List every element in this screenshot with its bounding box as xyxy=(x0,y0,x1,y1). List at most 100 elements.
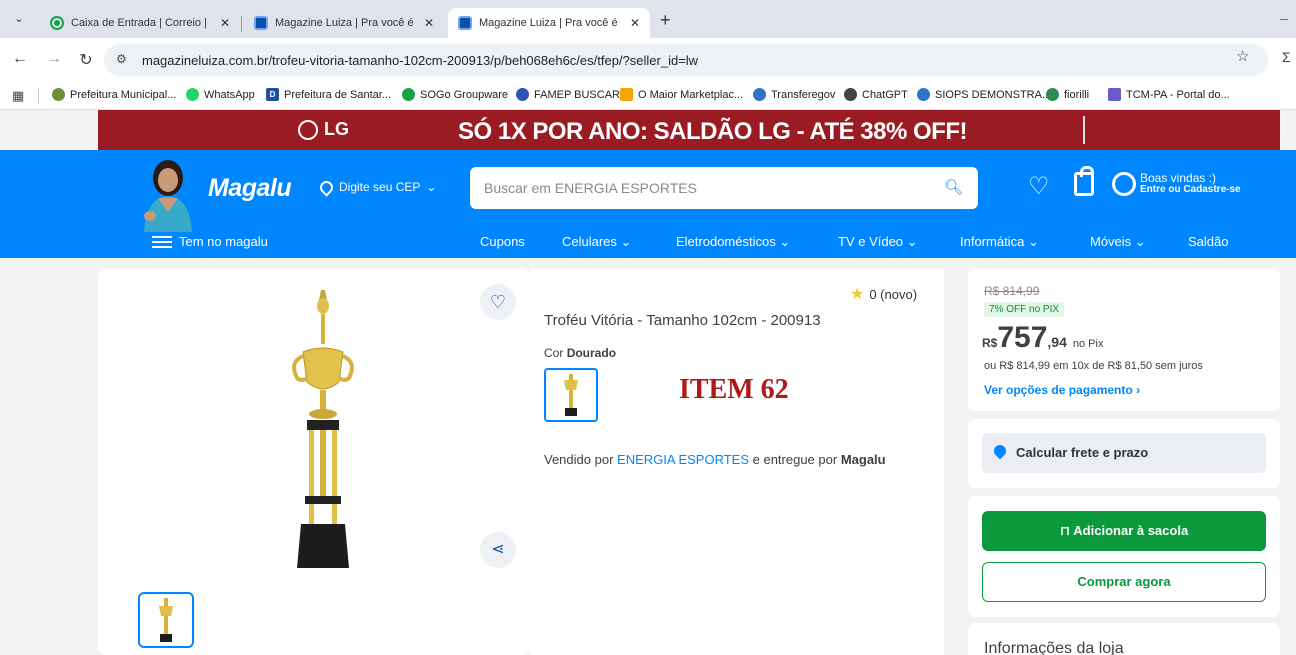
bookmark-item[interactable]: D Prefeitura de Santar... xyxy=(266,88,391,101)
welcome-text: Boas vindas :) xyxy=(1140,171,1217,185)
reload-icon[interactable]: ↻ xyxy=(76,50,96,70)
menu-cupons[interactable]: Cupons xyxy=(480,234,525,249)
magalu-logo[interactable]: Magalu xyxy=(208,174,292,203)
close-icon[interactable]: ✕ xyxy=(220,16,230,30)
product-info: ★ 0 (novo) Troféu Vitória - Tamanho 102c… xyxy=(530,268,944,655)
tab-magalu-1[interactable]: Magazine Luiza | Pra você é Magalu ✕ xyxy=(244,8,444,38)
chevron-right-icon: › xyxy=(1136,383,1141,397)
menu-saldao[interactable]: Saldão xyxy=(1188,234,1228,249)
tab-title: Magazine Luiza | Pra você é Magalu xyxy=(275,17,413,29)
bookmark-item[interactable]: O Maior Marketplac... xyxy=(620,88,743,101)
trophy-swatch-image xyxy=(564,374,578,416)
menu-moveis[interactable]: Móveis ⌄ xyxy=(1090,234,1146,250)
close-icon[interactable]: ✕ xyxy=(630,16,640,30)
famep-icon xyxy=(516,88,529,101)
magalu-icon xyxy=(254,16,268,30)
bookmark-item[interactable]: Transferegov xyxy=(753,88,835,101)
old-price: R$ 814,99 xyxy=(984,284,1040,298)
ad-text: SÓ 1X POR ANO: SALDÃO LG - ATÉ 38% OFF! xyxy=(458,118,967,145)
search-input[interactable]: Buscar em ENERGIA ESPORTES 🔍︎ xyxy=(470,167,978,209)
pix-price: R$757,94 no Pix xyxy=(982,321,1104,354)
cep-selector[interactable]: Digite seu CEP ⌄ xyxy=(317,177,436,197)
color-label: Cor Dourado xyxy=(544,346,617,360)
user-icon[interactable] xyxy=(1112,172,1136,196)
heart-icon[interactable]: ♡ xyxy=(1028,172,1050,201)
site-header: Magalu Digite seu CEP ⌄ Buscar em ENERGI… xyxy=(0,150,1296,258)
extensions-icon[interactable]: Σ xyxy=(1282,49,1291,65)
menu-tem-no-magalu[interactable]: Tem no magalu xyxy=(179,234,268,249)
site-settings-icon[interactable]: ⚙ xyxy=(116,52,127,66)
gallery-thumbnail[interactable] xyxy=(138,592,194,648)
chevron-down-icon: ⌄ xyxy=(779,234,791,249)
transferegov-icon xyxy=(753,88,766,101)
bookmark-divider xyxy=(38,88,39,104)
bookmark-item[interactable]: TCM-PA - Portal do... xyxy=(1108,88,1230,101)
seller-link[interactable]: ENERGIA ESPORTES xyxy=(617,452,749,467)
bookmark-star-icon[interactable]: ☆ xyxy=(1236,47,1249,65)
prefeitura-d-icon: D xyxy=(266,88,279,101)
forward-arrow-icon[interactable]: → xyxy=(44,50,64,68)
trophy-image[interactable] xyxy=(283,286,363,572)
close-icon[interactable]: ✕ xyxy=(424,16,434,30)
menu-celulares[interactable]: Celulares ⌄ xyxy=(562,234,631,250)
product-gallery: ♡ ⋖ xyxy=(98,268,530,655)
chevron-down-icon: ⌄ xyxy=(1134,234,1146,249)
minimize-icon[interactable]: – xyxy=(1280,10,1288,26)
address-bar[interactable]: ⚙ magazineluiza.com.br/trofeu-vitoria-ta… xyxy=(104,44,1268,76)
store-info-title: Informações da loja xyxy=(984,640,1124,655)
menu-informatica[interactable]: Informática ⌄ xyxy=(960,234,1039,250)
hamburger-icon[interactable] xyxy=(152,236,172,248)
menu-tv-video[interactable]: TV e Vídeo ⌄ xyxy=(838,234,918,250)
discount-badge: 7% OFF no PIX xyxy=(984,302,1065,317)
tab-search-icon[interactable]: ⌄ xyxy=(8,9,30,29)
add-to-bag-button[interactable]: ⊓ Adicionar à sacola xyxy=(982,511,1266,551)
payment-options-link[interactable]: Ver opções de pagamento › xyxy=(984,383,1140,397)
buy-now-button[interactable]: Comprar agora xyxy=(982,562,1266,602)
search-icon[interactable]: 🔍︎ xyxy=(944,178,963,196)
browser-toolbar: ← → ↻ ⚙ magazineluiza.com.br/trofeu-vito… xyxy=(0,38,1296,82)
item-annotation: ITEM 62 xyxy=(679,374,789,405)
bookmark-item[interactable]: ChatGPT xyxy=(844,88,908,101)
login-link[interactable]: Boas vindas :) Entre ou Cadastre-se xyxy=(1140,172,1241,196)
bookmark-item[interactable]: fiorilli xyxy=(1046,88,1089,101)
back-arrow-icon[interactable]: ← xyxy=(10,50,30,68)
rating[interactable]: ★ 0 (novo) xyxy=(850,284,917,304)
chatgpt-icon xyxy=(844,88,857,101)
bag-icon[interactable] xyxy=(1074,166,1094,196)
price-card: R$ 814,99 7% OFF no PIX R$757,94 no Pix o… xyxy=(968,268,1280,411)
apps-grid-icon[interactable]: ▦ xyxy=(12,88,24,104)
bookmark-item[interactable]: SIOPS DEMONSTRA... xyxy=(917,88,1051,101)
tab-divider xyxy=(241,16,242,32)
url-text[interactable]: magazineluiza.com.br/trofeu-vitoria-tama… xyxy=(142,53,698,68)
whatsapp-icon xyxy=(186,88,199,101)
page-content: LG SÓ 1X POR ANO: SALDÃO LG - ATÉ 38% OF… xyxy=(0,110,1296,655)
seller-info: Vendido por ENERGIA ESPORTES e entregue … xyxy=(544,452,886,467)
menu-eletrodomesticos[interactable]: Eletrodomésticos ⌄ xyxy=(676,234,790,250)
bag-icon: ⊓ xyxy=(1059,523,1071,538)
tab-magalu-active[interactable]: Magazine Luiza | Pra você é Magalu ✕ xyxy=(448,8,650,38)
color-option-dourado[interactable] xyxy=(544,368,598,422)
lg-logo-icon xyxy=(298,119,318,140)
lu-avatar xyxy=(144,160,192,232)
chevron-down-icon: ⌄ xyxy=(620,234,632,249)
ad-logo: LG xyxy=(298,119,349,140)
calculate-shipping-button[interactable]: Calcular frete e prazo xyxy=(982,433,1266,473)
share-icon[interactable]: ⋖ xyxy=(480,532,516,568)
star-icon: ★ xyxy=(850,286,865,303)
sogo-icon xyxy=(402,88,415,101)
location-pin-icon xyxy=(991,442,1009,460)
bookmark-item[interactable]: FAMEP BUSCAR xyxy=(516,88,620,101)
tcm-icon xyxy=(1108,88,1121,101)
store-info-card: Informações da loja xyxy=(968,623,1280,655)
new-tab-button[interactable]: + xyxy=(660,10,671,31)
prefeitura-icon xyxy=(52,88,65,101)
chevron-down-icon: ⌄ xyxy=(906,234,918,249)
siops-icon xyxy=(917,88,930,101)
search-placeholder: Buscar em ENERGIA ESPORTES xyxy=(484,180,697,196)
ad-banner[interactable]: LG SÓ 1X POR ANO: SALDÃO LG - ATÉ 38% OF… xyxy=(98,110,1280,150)
bookmark-item[interactable]: SOGo Groupware xyxy=(402,88,508,101)
favorite-heart-icon[interactable]: ♡ xyxy=(480,284,516,320)
tab-sogo[interactable]: Caixa de Entrada | Correio | SOGo ✕ xyxy=(40,8,240,38)
bookmark-item[interactable]: Prefeitura Municipal... xyxy=(52,88,176,101)
bookmark-item[interactable]: WhatsApp xyxy=(186,88,255,101)
